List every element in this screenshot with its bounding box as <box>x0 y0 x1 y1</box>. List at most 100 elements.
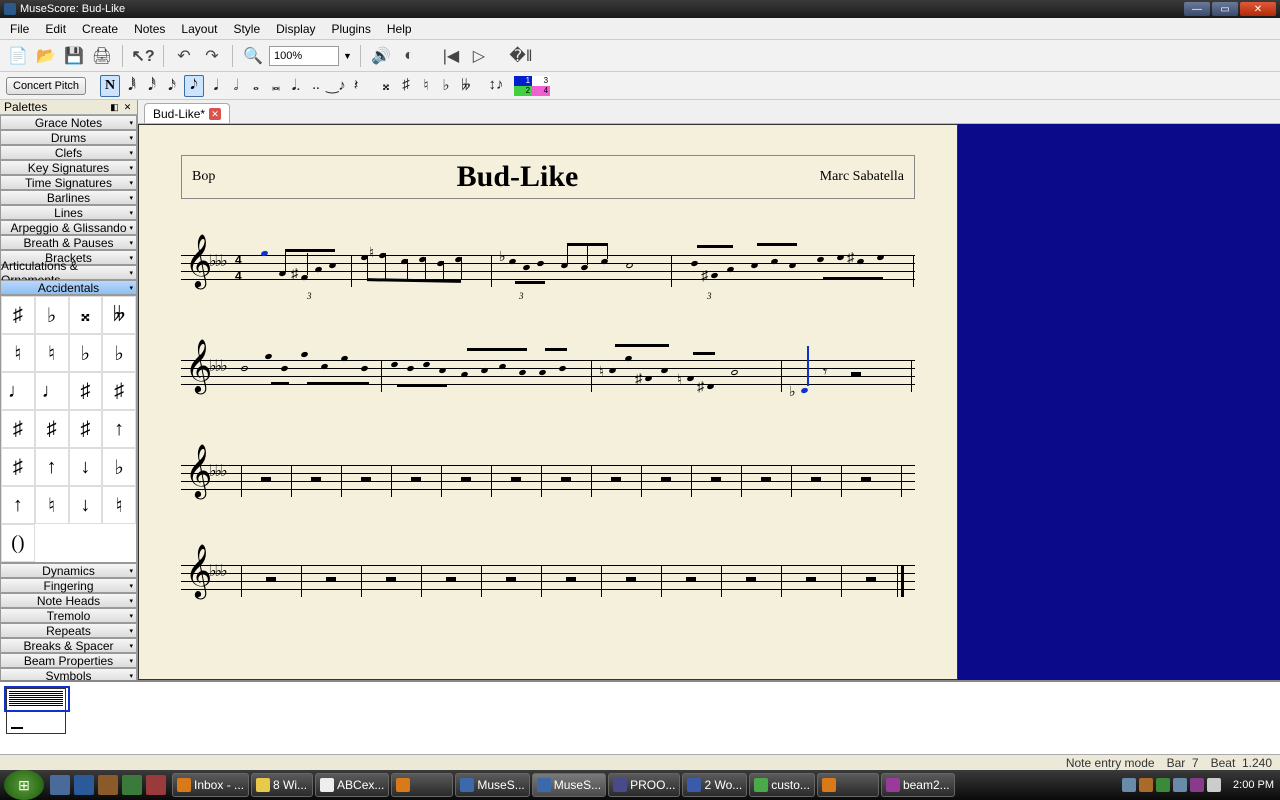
accidental-cell[interactable]: ↓ <box>69 486 103 524</box>
menu-notes[interactable]: Notes <box>128 20 171 38</box>
staff-system-2[interactable]: 𝄞 ♭♭♭ <box>181 360 915 392</box>
menu-layout[interactable]: Layout <box>175 20 223 38</box>
menu-style[interactable]: Style <box>227 20 266 38</box>
speaker-button[interactable]: 🔊 <box>369 44 393 68</box>
accidental-cell[interactable]: ♭ <box>102 334 136 372</box>
new-file-button[interactable]: 📄 <box>6 44 30 68</box>
close-button[interactable]: ✕ <box>1240 2 1276 16</box>
zoom-icon[interactable]: 🔍 <box>241 44 265 68</box>
task-item[interactable] <box>817 773 879 797</box>
score-canvas[interactable]: Bop Bud-Like Marc Sabatella 𝄞 ♭♭♭ 44 ♯ <box>138 124 1280 680</box>
duration-8th[interactable]: 𝅘𝅥𝅮 <box>184 75 204 97</box>
tie-button[interactable]: ‿♪ <box>328 75 344 97</box>
accidental-cell[interactable]: () <box>1 524 35 562</box>
start-button[interactable]: ⊞ <box>4 770 44 800</box>
menu-plugins[interactable]: Plugins <box>326 20 377 38</box>
menu-create[interactable]: Create <box>76 20 124 38</box>
tab-close-button[interactable]: ✕ <box>209 108 221 120</box>
whatsthis-button[interactable]: ↖? <box>131 44 155 68</box>
duration-dot[interactable]: 𝅘𝅥. <box>288 75 304 97</box>
tray-volume-icon[interactable] <box>1207 778 1221 792</box>
double-sharp-button[interactable]: 𝄪 <box>378 75 394 97</box>
menu-help[interactable]: Help <box>381 20 418 38</box>
menu-edit[interactable]: Edit <box>39 20 72 38</box>
rest-button[interactable]: 𝄽 <box>348 75 364 97</box>
accidental-cell[interactable]: 𝄪 <box>69 296 103 334</box>
palette-note-heads[interactable]: Note Heads▾ <box>0 593 137 608</box>
accidental-cell[interactable]: 𝄫 <box>102 296 136 334</box>
palette-accidentals[interactable]: Accidentals▾ <box>0 280 137 295</box>
palette-clefs[interactable]: Clefs▾ <box>0 145 137 160</box>
duration-32nd[interactable]: 𝅘𝅥𝅰 <box>144 75 160 97</box>
duration-half[interactable]: 𝅗𝅥 <box>228 75 244 97</box>
notes-row-1[interactable]: ♯ 3 ♮ <box>261 255 905 287</box>
task-item[interactable]: 8 Wi... <box>251 773 313 797</box>
task-item[interactable] <box>391 773 453 797</box>
accidental-cell[interactable]: ♮ <box>35 486 69 524</box>
palette-key-signatures[interactable]: Key Signatures▾ <box>0 160 137 175</box>
palette-dynamics[interactable]: Dynamics▾ <box>0 563 137 578</box>
task-item[interactable]: PROO... <box>608 773 680 797</box>
tray-icon[interactable] <box>1156 778 1170 792</box>
tray-icon[interactable] <box>1139 778 1153 792</box>
accidental-cell[interactable]: ↑ <box>35 448 69 486</box>
duration-double-dot[interactable]: .. <box>308 75 324 97</box>
task-item[interactable]: MuseS... <box>532 773 606 797</box>
quicklaunch-4[interactable] <box>122 775 142 795</box>
palettes-close-button[interactable]: ✕ <box>122 102 133 113</box>
note-entry-toggle[interactable]: N <box>100 75 120 97</box>
accidental-cell[interactable]: ↓ <box>69 448 103 486</box>
staff-system-1[interactable]: 𝄞 ♭♭♭ 44 ♯ 3 ♮ <box>181 255 915 287</box>
accidental-cell[interactable]: ♯ <box>69 410 103 448</box>
quicklaunch-1[interactable] <box>50 775 70 795</box>
save-button[interactable]: 💾 <box>62 44 86 68</box>
flip-stem-button[interactable]: ↕♪ <box>488 75 504 97</box>
tempo-text[interactable]: Bop <box>192 169 215 185</box>
notes-row-2[interactable]: ♮ ♯ ♮ ♯ ♭ <box>241 360 905 392</box>
accidental-cell[interactable]: ♯ <box>1 410 35 448</box>
maximize-button[interactable]: ▭ <box>1212 2 1238 16</box>
voice-4[interactable]: 4 <box>532 86 550 96</box>
sharp-button[interactable]: ♯ <box>398 75 414 97</box>
palette-time-signatures[interactable]: Time Signatures▾ <box>0 175 137 190</box>
metronome-button[interactable]: ◐ <box>397 44 421 68</box>
accidental-cell[interactable]: ♯ <box>1 448 35 486</box>
voice-3[interactable]: 3 <box>532 76 550 86</box>
voice-2[interactable]: 2 <box>514 86 532 96</box>
accidental-cell[interactable]: ↑ <box>102 410 136 448</box>
task-item[interactable]: beam2... <box>881 773 955 797</box>
palette-repeats[interactable]: Repeats▾ <box>0 623 137 638</box>
accidental-cell[interactable]: ♩ <box>1 372 35 410</box>
zoom-input[interactable] <box>269 46 339 66</box>
palette-breath[interactable]: Breath & Pauses▾ <box>0 235 137 250</box>
task-item[interactable]: custo... <box>749 773 815 797</box>
score-title-frame[interactable]: Bop Bud-Like Marc Sabatella <box>181 155 915 199</box>
accidental-cell[interactable]: ♭ <box>35 296 69 334</box>
tab-bud-like[interactable]: Bud-Like* ✕ <box>144 103 230 123</box>
accidental-cell[interactable]: ♮ <box>1 334 35 372</box>
taskbar-clock[interactable]: 2:00 PM <box>1227 779 1280 791</box>
menu-file[interactable]: File <box>4 20 35 38</box>
play-button[interactable]: ▷ <box>467 44 491 68</box>
double-flat-button[interactable]: 𝄫 <box>458 75 474 97</box>
navigator-viewport[interactable] <box>4 686 70 712</box>
palette-arpeggio[interactable]: Arpeggio & Glissando▾ <box>0 220 137 235</box>
accidental-cell[interactable]: ♮ <box>35 334 69 372</box>
zoom-dropdown[interactable]: ▼ <box>343 51 352 61</box>
minimize-button[interactable]: — <box>1184 2 1210 16</box>
accidental-cell[interactable]: ♯ <box>35 410 69 448</box>
duration-whole-2[interactable]: 𝅜 <box>268 75 284 97</box>
tray-icon[interactable] <box>1190 778 1204 792</box>
task-item[interactable]: MuseS... <box>455 773 529 797</box>
flat-button[interactable]: ♭ <box>438 75 454 97</box>
duration-16th[interactable]: 𝅘𝅥𝅯 <box>164 75 180 97</box>
redo-button[interactable]: ↷ <box>200 44 224 68</box>
task-item[interactable]: 2 Wo... <box>682 773 747 797</box>
staff-system-4[interactable]: 𝄞 ♭♭♭ <box>181 565 915 597</box>
quicklaunch-2[interactable] <box>74 775 94 795</box>
palette-fingering[interactable]: Fingering▾ <box>0 578 137 593</box>
natural-button[interactable]: ♮ <box>418 75 434 97</box>
task-item[interactable]: ABCex... <box>315 773 389 797</box>
undo-button[interactable]: ↶ <box>172 44 196 68</box>
palette-tremolo[interactable]: Tremolo▾ <box>0 608 137 623</box>
